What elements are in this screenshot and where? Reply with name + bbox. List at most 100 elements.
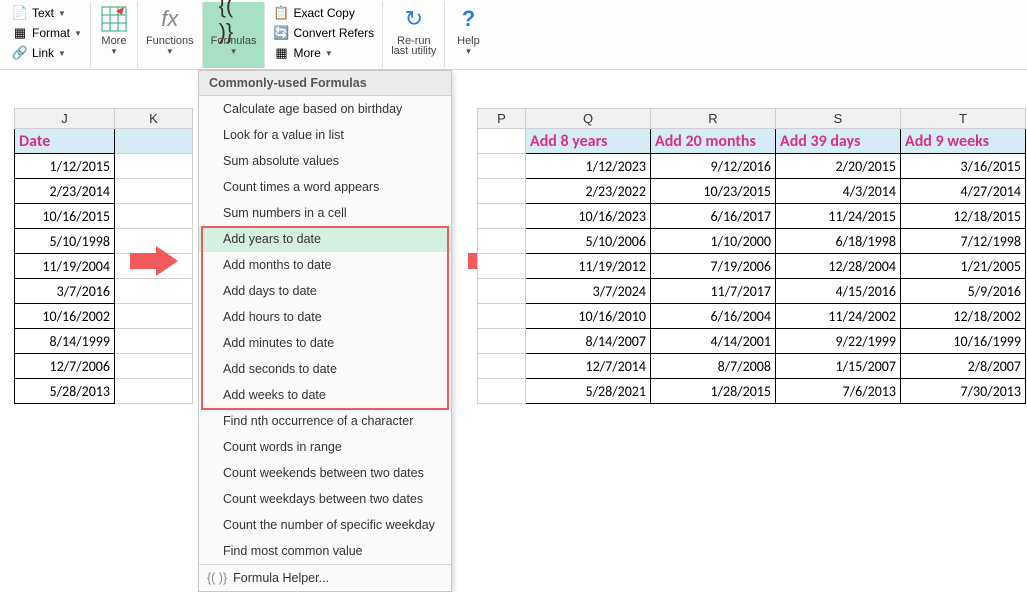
result-cell[interactable]: 5/10/2006 — [526, 229, 651, 254]
col-header-r[interactable]: R — [651, 109, 776, 129]
menu-item[interactable]: Calculate age based on birthday — [199, 96, 451, 122]
result-cell[interactable]: 10/16/2023 — [526, 204, 651, 229]
date-cell[interactable]: 3/7/2016 — [15, 279, 115, 304]
empty-cell[interactable] — [478, 304, 526, 329]
empty-cell[interactable] — [115, 279, 193, 304]
result-cell[interactable]: 4/27/2014 — [901, 179, 1026, 204]
menu-item[interactable]: Add months to date — [199, 252, 451, 278]
menu-item[interactable]: Find most common value — [199, 538, 451, 564]
add-years-header[interactable]: Add 8 years — [526, 129, 651, 154]
menu-item[interactable]: Sum absolute values — [199, 148, 451, 174]
result-cell[interactable]: 5/9/2016 — [901, 279, 1026, 304]
empty-cell[interactable] — [478, 204, 526, 229]
empty-cell[interactable] — [478, 379, 526, 404]
menu-item[interactable]: Add seconds to date — [199, 356, 451, 382]
result-cell[interactable]: 12/28/2004 — [776, 254, 901, 279]
text-dropdown[interactable]: 📄 Text ▼ — [10, 3, 84, 23]
format-dropdown[interactable]: ▦ Format ▼ — [10, 23, 84, 43]
empty-cell[interactable] — [115, 179, 193, 204]
col-header-s[interactable]: S — [776, 109, 901, 129]
help-button[interactable]: ? Help ▼ — [445, 2, 491, 68]
result-cell[interactable]: 10/23/2015 — [651, 179, 776, 204]
empty-cell[interactable] — [478, 354, 526, 379]
menu-item[interactable]: Count times a word appears — [199, 174, 451, 200]
result-cell[interactable]: 2/23/2022 — [526, 179, 651, 204]
formula-helper-item[interactable]: {( )} Formula Helper... — [199, 564, 451, 591]
col-header-p[interactable]: P — [478, 109, 526, 129]
empty-cell[interactable] — [478, 254, 526, 279]
result-cell[interactable]: 11/24/2015 — [776, 204, 901, 229]
empty-cell[interactable] — [115, 304, 193, 329]
result-cell[interactable]: 10/16/2010 — [526, 304, 651, 329]
col-header-k[interactable]: K — [115, 109, 193, 129]
result-cell[interactable]: 11/7/2017 — [651, 279, 776, 304]
result-cell[interactable]: 3/16/2015 — [901, 154, 1026, 179]
add-months-header[interactable]: Add 20 months — [651, 129, 776, 154]
date-cell[interactable]: 10/16/2002 — [15, 304, 115, 329]
date-cell[interactable]: 11/19/2004 — [15, 254, 115, 279]
menu-item[interactable]: Look for a value in list — [199, 122, 451, 148]
date-cell[interactable]: 8/14/1999 — [15, 329, 115, 354]
date-cell[interactable]: 5/10/1998 — [15, 229, 115, 254]
empty-cell[interactable] — [478, 179, 526, 204]
result-cell[interactable]: 6/16/2017 — [651, 204, 776, 229]
exact-copy-button[interactable]: 📋 Exact Copy — [271, 3, 376, 23]
empty-cell[interactable] — [478, 154, 526, 179]
result-cell[interactable]: 7/30/2013 — [901, 379, 1026, 404]
result-cell[interactable]: 7/19/2006 — [651, 254, 776, 279]
result-cell[interactable]: 1/10/2000 — [651, 229, 776, 254]
menu-item[interactable]: Add years to date — [199, 226, 451, 252]
menu-item[interactable]: Count the number of specific weekday — [199, 512, 451, 538]
date-cell[interactable]: 5/28/2013 — [15, 379, 115, 404]
menu-item[interactable]: Sum numbers in a cell — [199, 200, 451, 226]
col-header-q[interactable]: Q — [526, 109, 651, 129]
result-cell[interactable]: 4/15/2016 — [776, 279, 901, 304]
result-cell[interactable]: 2/8/2007 — [901, 354, 1026, 379]
empty-cell[interactable] — [115, 204, 193, 229]
empty-cell[interactable] — [478, 129, 526, 154]
result-cell[interactable]: 12/18/2002 — [901, 304, 1026, 329]
result-cell[interactable]: 2/20/2015 — [776, 154, 901, 179]
result-cell[interactable]: 3/7/2024 — [526, 279, 651, 304]
result-cell[interactable]: 6/16/2004 — [651, 304, 776, 329]
menu-item[interactable]: Find nth occurrence of a character — [199, 408, 451, 434]
col-header-t[interactable]: T — [901, 109, 1026, 129]
date-header[interactable]: Date — [15, 129, 115, 154]
menu-item[interactable]: Add days to date — [199, 278, 451, 304]
result-cell[interactable]: 7/12/1998 — [901, 229, 1026, 254]
empty-cell[interactable] — [115, 329, 193, 354]
empty-cell[interactable] — [478, 279, 526, 304]
formulas-button[interactable]: {( )} Formulas ▼ — [203, 2, 266, 68]
result-cell[interactable]: 9/12/2016 — [651, 154, 776, 179]
date-cell[interactable]: 1/12/2015 — [15, 154, 115, 179]
result-cell[interactable]: 1/15/2007 — [776, 354, 901, 379]
result-cell[interactable]: 8/7/2008 — [651, 354, 776, 379]
empty-cell[interactable] — [115, 354, 193, 379]
result-cell[interactable]: 11/19/2012 — [526, 254, 651, 279]
empty-cell[interactable] — [115, 379, 193, 404]
result-cell[interactable]: 1/28/2015 — [651, 379, 776, 404]
empty-cell[interactable] — [115, 129, 193, 154]
col-header-j[interactable]: J — [15, 109, 115, 129]
empty-cell[interactable] — [478, 329, 526, 354]
date-cell[interactable]: 10/16/2015 — [15, 204, 115, 229]
result-cell[interactable]: 12/18/2015 — [901, 204, 1026, 229]
result-cell[interactable]: 5/28/2021 — [526, 379, 651, 404]
add-weeks-header[interactable]: Add 9 weeks — [901, 129, 1026, 154]
menu-item[interactable]: Add hours to date — [199, 304, 451, 330]
menu-item[interactable]: Count weekends between two dates — [199, 460, 451, 486]
result-cell[interactable]: 10/16/1999 — [901, 329, 1026, 354]
result-cell[interactable]: 9/22/1999 — [776, 329, 901, 354]
menu-item[interactable]: Count weekdays between two dates — [199, 486, 451, 512]
link-dropdown[interactable]: 🔗 Link ▼ — [10, 43, 84, 63]
result-cell[interactable]: 8/14/2007 — [526, 329, 651, 354]
result-cell[interactable]: 4/3/2014 — [776, 179, 901, 204]
result-cell[interactable]: 4/14/2001 — [651, 329, 776, 354]
menu-item[interactable]: Add weeks to date — [199, 382, 451, 408]
result-cell[interactable]: 1/12/2023 — [526, 154, 651, 179]
result-cell[interactable]: 12/7/2014 — [526, 354, 651, 379]
date-cell[interactable]: 12/7/2006 — [15, 354, 115, 379]
result-cell[interactable]: 7/6/2013 — [776, 379, 901, 404]
add-days-header[interactable]: Add 39 days — [776, 129, 901, 154]
menu-item[interactable]: Add minutes to date — [199, 330, 451, 356]
